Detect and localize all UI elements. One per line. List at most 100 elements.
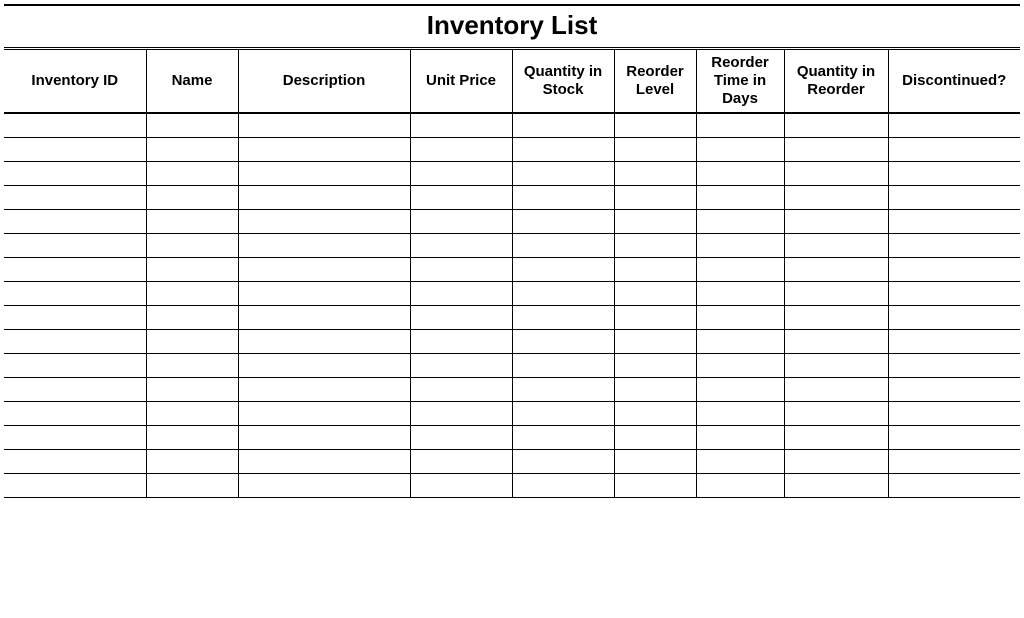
cell-reorder_time_days[interactable]: [696, 305, 784, 329]
cell-unit_price[interactable]: [410, 185, 512, 209]
cell-qty_in_reorder[interactable]: [784, 473, 888, 497]
cell-unit_price[interactable]: [410, 473, 512, 497]
cell-qty_in_stock[interactable]: [512, 401, 614, 425]
cell-inventory_id[interactable]: [4, 233, 146, 257]
cell-name[interactable]: [146, 257, 238, 281]
cell-discontinued[interactable]: [888, 281, 1020, 305]
cell-unit_price[interactable]: [410, 281, 512, 305]
cell-reorder_level[interactable]: [614, 161, 696, 185]
cell-description[interactable]: [238, 233, 410, 257]
cell-inventory_id[interactable]: [4, 473, 146, 497]
cell-discontinued[interactable]: [888, 161, 1020, 185]
cell-inventory_id[interactable]: [4, 353, 146, 377]
cell-discontinued[interactable]: [888, 305, 1020, 329]
cell-unit_price[interactable]: [410, 209, 512, 233]
cell-qty_in_stock[interactable]: [512, 377, 614, 401]
cell-name[interactable]: [146, 281, 238, 305]
cell-reorder_time_days[interactable]: [696, 161, 784, 185]
cell-qty_in_reorder[interactable]: [784, 257, 888, 281]
cell-name[interactable]: [146, 305, 238, 329]
cell-name[interactable]: [146, 425, 238, 449]
cell-discontinued[interactable]: [888, 425, 1020, 449]
cell-description[interactable]: [238, 353, 410, 377]
cell-reorder_time_days[interactable]: [696, 473, 784, 497]
cell-inventory_id[interactable]: [4, 113, 146, 137]
cell-description[interactable]: [238, 305, 410, 329]
cell-reorder_level[interactable]: [614, 137, 696, 161]
cell-unit_price[interactable]: [410, 329, 512, 353]
cell-qty_in_reorder[interactable]: [784, 209, 888, 233]
cell-reorder_level[interactable]: [614, 185, 696, 209]
cell-reorder_level[interactable]: [614, 401, 696, 425]
cell-name[interactable]: [146, 185, 238, 209]
cell-discontinued[interactable]: [888, 449, 1020, 473]
cell-qty_in_reorder[interactable]: [784, 281, 888, 305]
cell-reorder_time_days[interactable]: [696, 233, 784, 257]
cell-qty_in_stock[interactable]: [512, 161, 614, 185]
cell-reorder_time_days[interactable]: [696, 257, 784, 281]
cell-qty_in_stock[interactable]: [512, 425, 614, 449]
cell-qty_in_stock[interactable]: [512, 449, 614, 473]
cell-name[interactable]: [146, 377, 238, 401]
cell-unit_price[interactable]: [410, 377, 512, 401]
cell-description[interactable]: [238, 209, 410, 233]
cell-reorder_level[interactable]: [614, 353, 696, 377]
cell-discontinued[interactable]: [888, 353, 1020, 377]
cell-reorder_time_days[interactable]: [696, 401, 784, 425]
cell-reorder_level[interactable]: [614, 257, 696, 281]
cell-qty_in_reorder[interactable]: [784, 137, 888, 161]
cell-description[interactable]: [238, 377, 410, 401]
cell-unit_price[interactable]: [410, 401, 512, 425]
cell-reorder_level[interactable]: [614, 473, 696, 497]
cell-description[interactable]: [238, 449, 410, 473]
cell-unit_price[interactable]: [410, 353, 512, 377]
cell-name[interactable]: [146, 233, 238, 257]
cell-qty_in_stock[interactable]: [512, 137, 614, 161]
cell-reorder_level[interactable]: [614, 449, 696, 473]
cell-discontinued[interactable]: [888, 137, 1020, 161]
cell-description[interactable]: [238, 425, 410, 449]
cell-description[interactable]: [238, 281, 410, 305]
cell-qty_in_reorder[interactable]: [784, 329, 888, 353]
cell-discontinued[interactable]: [888, 185, 1020, 209]
cell-inventory_id[interactable]: [4, 305, 146, 329]
cell-inventory_id[interactable]: [4, 281, 146, 305]
cell-discontinued[interactable]: [888, 401, 1020, 425]
cell-discontinued[interactable]: [888, 209, 1020, 233]
cell-discontinued[interactable]: [888, 377, 1020, 401]
cell-name[interactable]: [146, 401, 238, 425]
cell-qty_in_reorder[interactable]: [784, 449, 888, 473]
cell-name[interactable]: [146, 473, 238, 497]
cell-inventory_id[interactable]: [4, 161, 146, 185]
cell-reorder_time_days[interactable]: [696, 377, 784, 401]
cell-unit_price[interactable]: [410, 449, 512, 473]
cell-unit_price[interactable]: [410, 425, 512, 449]
cell-reorder_level[interactable]: [614, 113, 696, 137]
cell-qty_in_stock[interactable]: [512, 353, 614, 377]
cell-reorder_time_days[interactable]: [696, 137, 784, 161]
cell-reorder_level[interactable]: [614, 305, 696, 329]
cell-reorder_time_days[interactable]: [696, 209, 784, 233]
cell-description[interactable]: [238, 329, 410, 353]
cell-qty_in_stock[interactable]: [512, 113, 614, 137]
cell-name[interactable]: [146, 161, 238, 185]
cell-unit_price[interactable]: [410, 257, 512, 281]
cell-name[interactable]: [146, 113, 238, 137]
cell-qty_in_reorder[interactable]: [784, 161, 888, 185]
cell-qty_in_reorder[interactable]: [784, 377, 888, 401]
cell-unit_price[interactable]: [410, 233, 512, 257]
cell-discontinued[interactable]: [888, 113, 1020, 137]
cell-reorder_time_days[interactable]: [696, 113, 784, 137]
cell-reorder_time_days[interactable]: [696, 425, 784, 449]
cell-reorder_level[interactable]: [614, 233, 696, 257]
cell-name[interactable]: [146, 449, 238, 473]
cell-description[interactable]: [238, 257, 410, 281]
cell-inventory_id[interactable]: [4, 425, 146, 449]
cell-discontinued[interactable]: [888, 233, 1020, 257]
cell-qty_in_stock[interactable]: [512, 185, 614, 209]
cell-qty_in_stock[interactable]: [512, 209, 614, 233]
cell-reorder_level[interactable]: [614, 329, 696, 353]
cell-qty_in_reorder[interactable]: [784, 425, 888, 449]
cell-qty_in_reorder[interactable]: [784, 233, 888, 257]
cell-name[interactable]: [146, 209, 238, 233]
